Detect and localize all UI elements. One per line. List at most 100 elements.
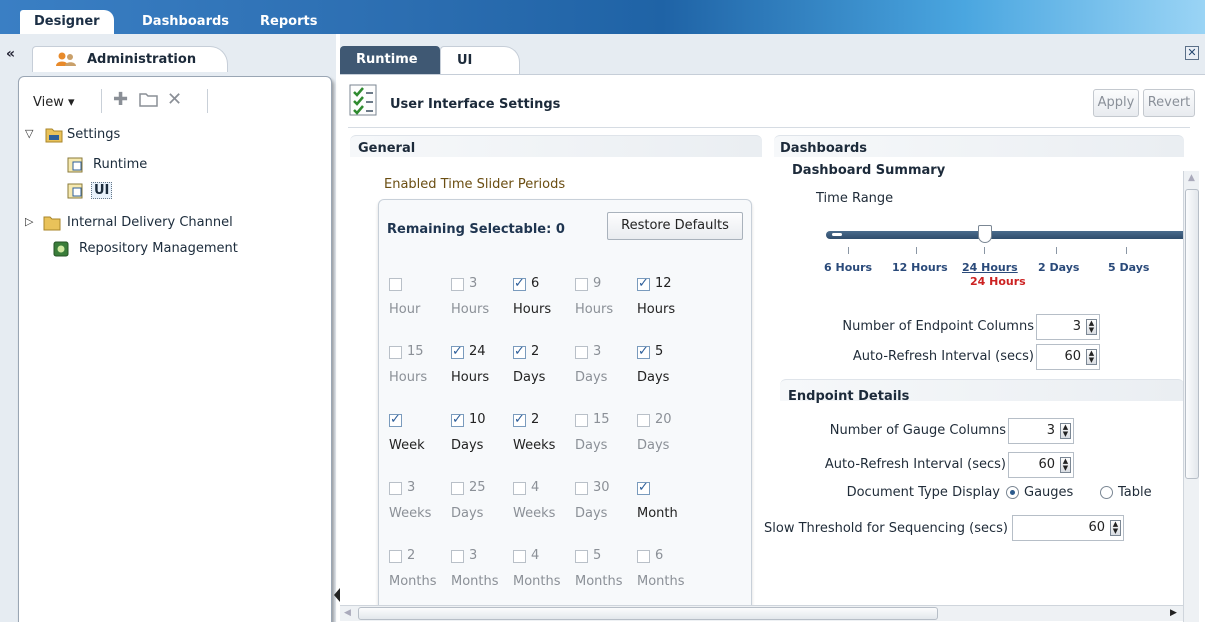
gauge-columns-label: Number of Gauge Columns <box>829 423 1006 438</box>
checkbox-checked[interactable] <box>451 412 464 427</box>
vertical-scroll-thumb[interactable] <box>1185 189 1199 479</box>
collapsed-triangle-icon[interactable]: ▷ <box>25 215 37 228</box>
period-checkbox-item[interactable]: 4 Weeks <box>513 480 575 532</box>
checkbox-unchecked[interactable] <box>451 550 464 563</box>
period-checkbox-item[interactable]: 6 Months <box>637 548 699 600</box>
checkbox-checked[interactable] <box>637 276 650 291</box>
checkbox-checked[interactable] <box>389 412 402 427</box>
period-checkbox-item[interactable]: Week <box>389 412 451 464</box>
folder-icon[interactable] <box>139 91 159 109</box>
spinner-arrows-icon[interactable]: ▲ ▼ <box>1086 349 1097 365</box>
period-checkbox-item[interactable]: 24 Hours <box>451 344 513 396</box>
period-checkbox-item[interactable]: Month <box>637 480 699 532</box>
period-number: 3 <box>469 548 478 563</box>
checkbox-unchecked[interactable] <box>575 482 588 495</box>
checkbox-unchecked[interactable] <box>389 346 402 359</box>
endpoint-columns-spinner[interactable]: 3 ▲ ▼ <box>1036 314 1100 340</box>
tab-reports[interactable]: Reports <box>246 10 331 34</box>
checkbox-unchecked[interactable] <box>575 278 588 291</box>
checkbox-unchecked[interactable] <box>575 346 588 359</box>
tab-runtime[interactable]: Runtime <box>340 46 440 74</box>
checkbox-unchecked[interactable] <box>451 278 464 291</box>
checklist-icon <box>349 84 377 116</box>
checkbox-checked[interactable] <box>637 480 650 495</box>
spinner-arrows-icon[interactable]: ▲ ▼ <box>1060 457 1071 473</box>
delete-icon[interactable]: ✕ <box>167 91 187 109</box>
collapse-panel-icon[interactable]: « <box>6 46 15 62</box>
spinner-arrows-icon[interactable]: ▲ ▼ <box>1110 520 1121 536</box>
horizontal-scrollbar[interactable]: ◀ ▶ <box>340 605 1183 621</box>
checkbox-checked[interactable] <box>513 412 526 427</box>
period-checkbox-item[interactable]: 2 Months <box>389 548 451 600</box>
close-icon[interactable]: ✕ <box>1185 46 1199 60</box>
period-checkbox-item[interactable]: 30 Days <box>575 480 637 532</box>
period-unit: Months <box>513 574 561 589</box>
checkbox-checked[interactable] <box>451 344 464 359</box>
spinner-arrows-icon[interactable]: ▲ ▼ <box>1060 423 1071 439</box>
table-radio[interactable] <box>1100 486 1113 499</box>
checkbox-unchecked[interactable] <box>513 550 526 563</box>
periods-label: Enabled Time Slider Periods <box>384 177 566 192</box>
restore-defaults-button[interactable]: Restore Defaults <box>607 212 743 240</box>
period-checkbox-item[interactable]: 10 Days <box>451 412 513 464</box>
period-checkbox-item[interactable]: 3 Weeks <box>389 480 451 532</box>
checkbox-unchecked[interactable] <box>513 482 526 495</box>
period-checkbox-item[interactable]: 25 Days <box>451 480 513 532</box>
period-checkbox-item[interactable]: 3 Days <box>575 344 637 396</box>
period-checkbox-item[interactable]: Hour <box>389 278 451 328</box>
horizontal-scroll-thumb[interactable] <box>358 607 938 620</box>
checkbox-unchecked[interactable] <box>637 414 650 427</box>
checkbox-checked[interactable] <box>637 344 650 359</box>
gauges-radio[interactable] <box>1006 486 1019 499</box>
tab-designer[interactable]: Designer <box>20 10 114 34</box>
checkbox-unchecked[interactable] <box>389 278 402 291</box>
period-checkbox-item[interactable]: 3 Months <box>451 548 513 600</box>
apply-button[interactable]: Apply <box>1093 89 1139 117</box>
gauge-columns-spinner[interactable]: 3 ▲ ▼ <box>1008 418 1074 444</box>
period-checkbox-item[interactable]: 12 Hours <box>637 276 699 328</box>
view-menu-button[interactable]: View ▾ <box>33 95 75 110</box>
expanded-triangle-icon[interactable]: ▽ <box>25 127 37 140</box>
period-checkbox-item[interactable]: 5 Days <box>637 344 699 396</box>
checkbox-unchecked[interactable] <box>389 482 402 495</box>
period-checkbox-item[interactable]: 2 Days <box>513 344 575 396</box>
checkbox-checked[interactable] <box>513 276 526 291</box>
period-number: 25 <box>469 480 486 495</box>
tab-ui[interactable]: UI <box>440 46 520 74</box>
slow-threshold-spinner[interactable]: 60 ▲ ▼ <box>1012 515 1124 541</box>
scroll-left-icon[interactable]: ◀ <box>344 608 351 618</box>
content-area: Runtime UI ✕ User Interface Settings App… <box>340 34 1205 622</box>
checkbox-unchecked[interactable] <box>575 414 588 427</box>
period-checkbox-item[interactable]: 4 Months <box>513 548 575 600</box>
checkbox-checked[interactable] <box>513 344 526 359</box>
spinner-arrows-icon[interactable]: ▲ ▼ <box>1086 319 1097 335</box>
period-unit: Hours <box>575 302 614 317</box>
add-icon[interactable]: ✚ <box>113 91 133 109</box>
period-checkbox-item[interactable]: 9 Hours <box>575 276 637 328</box>
scroll-up-icon[interactable]: ▲ <box>1188 173 1195 183</box>
checkbox-unchecked[interactable] <box>389 550 402 563</box>
period-checkbox-item[interactable]: 3 Hours <box>451 276 513 328</box>
checkbox-unchecked[interactable] <box>451 482 464 495</box>
period-checkbox-item[interactable]: 5 Months <box>575 548 637 600</box>
checkbox-unchecked[interactable] <box>575 550 588 563</box>
period-checkbox-item[interactable]: 2 Weeks <box>513 412 575 464</box>
period-checkbox-item[interactable]: 6 Hours <box>513 276 575 328</box>
slider-thumb[interactable] <box>978 225 992 243</box>
checkbox-unchecked[interactable] <box>637 550 650 563</box>
scroll-right-icon[interactable]: ▶ <box>1170 608 1177 618</box>
period-unit: Month <box>637 506 678 521</box>
time-range-slider[interactable]: 6 Hours 12 Hours 24 Hours 2 Days 5 Days … <box>774 167 1184 287</box>
repository-icon <box>53 241 69 257</box>
tab-dashboards[interactable]: Dashboards <box>128 10 243 34</box>
tab-administration[interactable]: Administration <box>32 46 228 72</box>
period-unit: Days <box>637 438 670 453</box>
vertical-scrollbar[interactable]: ▲ ▼ <box>1183 171 1199 622</box>
auto-refresh-spinner[interactable]: 60 ▲ ▼ <box>1036 344 1100 370</box>
period-checkbox-item[interactable]: 15 Hours <box>389 344 451 396</box>
period-checkbox-item[interactable]: 15 Days <box>575 412 637 464</box>
auto-refresh-2-spinner[interactable]: 60 ▲ ▼ <box>1008 452 1074 478</box>
revert-button[interactable]: Revert <box>1143 89 1195 117</box>
document-type-label: Document Type Display <box>846 485 1000 500</box>
period-checkbox-item[interactable]: 20 Days <box>637 412 699 464</box>
